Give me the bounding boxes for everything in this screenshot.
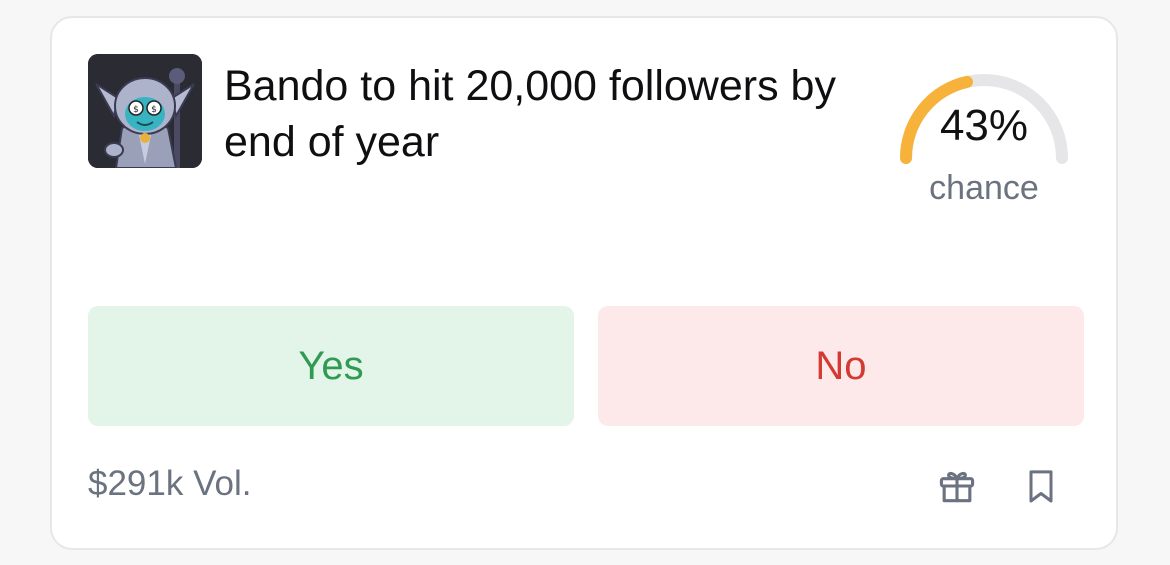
market-card[interactable]: $ $ Bando to hit 20,000 followers by end… xyxy=(50,16,1118,550)
market-title[interactable]: Bando to hit 20,000 followers by end of … xyxy=(224,58,864,170)
bookmark-button[interactable] xyxy=(1016,460,1066,512)
gift-button[interactable] xyxy=(932,460,982,512)
chance-gauge: 43% chance xyxy=(884,46,1084,216)
gift-icon xyxy=(939,471,975,503)
volume-text: $291k Vol. xyxy=(88,464,252,503)
bookmark-icon xyxy=(1029,470,1053,503)
no-button[interactable]: No xyxy=(598,306,1084,426)
bando-character-image: $ $ xyxy=(88,54,202,168)
svg-text:$: $ xyxy=(151,105,157,115)
yes-button[interactable]: Yes xyxy=(88,306,574,426)
market-avatar-image: $ $ xyxy=(88,54,202,168)
chance-label: chance xyxy=(929,169,1039,207)
chance-value: 43% xyxy=(939,101,1029,150)
svg-text:$: $ xyxy=(133,105,139,115)
